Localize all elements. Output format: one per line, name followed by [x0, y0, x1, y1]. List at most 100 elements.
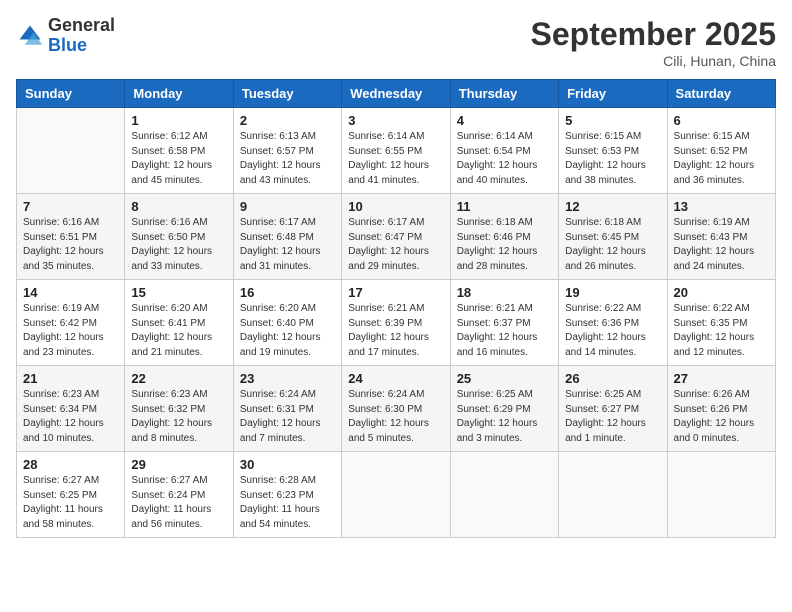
- calendar-cell: 18Sunrise: 6:21 AM Sunset: 6:37 PM Dayli…: [450, 280, 558, 366]
- calendar-cell: 16 Sunrise: 6:20 AM Sunset: 6:40 PM Dayli…: [233, 280, 341, 366]
- day-number: 13: [674, 199, 769, 214]
- calendar-week-row: 28 Sunrise: 6:27 AM Sunset: 6:25 PM Dayli…: [17, 452, 776, 538]
- day-info: Sunrise: 6:24 AM Sunset: 6:30 PM Dayligh…: [348, 388, 443, 446]
- day-info: Sunrise: 6:25 AM Sunset: 6:27 PM Dayligh…: [565, 388, 660, 446]
- day-info: Sunrise: 6:23 AM Sunset: 6:34 PM Dayligh…: [23, 388, 118, 446]
- calendar-cell: 13 Sunrise: 6:19 AM Sunset: 6:43 PM Dayli…: [667, 194, 775, 280]
- calendar-cell: 14 Sunrise: 6:19 AM Sunset: 6:42 PM Dayli…: [17, 280, 125, 366]
- calendar-cell: 29 Sunrise: 6:27 AM Sunset: 6:24 PM Dayli…: [125, 452, 233, 538]
- weekday-header-saturday: Saturday: [667, 80, 775, 108]
- day-info: Sunrise: 6:19 AM Sunset: 6:42 PM Dayligh…: [23, 302, 118, 360]
- weekday-header-thursday: Thursday: [450, 80, 558, 108]
- calendar-cell: 27 Sunrise: 6:26 AM Sunset: 6:26 PM Dayli…: [667, 366, 775, 452]
- calendar-table: SundayMondayTuesdayWednesdayThursdayFrid…: [16, 79, 776, 538]
- calendar-cell: 9Sunrise: 6:17 AM Sunset: 6:48 PM Daylig…: [233, 194, 341, 280]
- calendar-cell: 12Sunrise: 6:18 AM Sunset: 6:45 PM Dayli…: [559, 194, 667, 280]
- day-number: 28: [23, 457, 118, 472]
- day-info: Sunrise: 6:14 AM Sunset: 6:54 PM Dayligh…: [457, 130, 552, 188]
- page-header: General Blue September 2025 Cili, Hunan,…: [16, 16, 776, 69]
- day-number: 5: [565, 113, 660, 128]
- day-info: Sunrise: 6:28 AM Sunset: 6:23 PM Dayligh…: [240, 474, 335, 532]
- calendar-cell: 28 Sunrise: 6:27 AM Sunset: 6:25 PM Dayli…: [17, 452, 125, 538]
- calendar-cell: 10Sunrise: 6:17 AM Sunset: 6:47 PM Dayli…: [342, 194, 450, 280]
- calendar-cell: 7 Sunrise: 6:16 AM Sunset: 6:51 PM Daylig…: [17, 194, 125, 280]
- calendar-cell: 22 Sunrise: 6:23 AM Sunset: 6:32 PM Dayli…: [125, 366, 233, 452]
- day-number: 15: [131, 285, 226, 300]
- day-info: Sunrise: 6:18 AM Sunset: 6:46 PM Dayligh…: [457, 216, 552, 274]
- calendar-cell: 23Sunrise: 6:24 AM Sunset: 6:31 PM Dayli…: [233, 366, 341, 452]
- calendar-cell: 8 Sunrise: 6:16 AM Sunset: 6:50 PM Daylig…: [125, 194, 233, 280]
- day-number: 25: [457, 371, 552, 386]
- calendar-cell: 1Sunrise: 6:12 AM Sunset: 6:58 PM Daylig…: [125, 108, 233, 194]
- calendar-week-row: 21 Sunrise: 6:23 AM Sunset: 6:34 PM Dayli…: [17, 366, 776, 452]
- day-info: Sunrise: 6:13 AM Sunset: 6:57 PM Dayligh…: [240, 130, 335, 188]
- location-text: Cili, Hunan, China: [531, 53, 776, 69]
- calendar-cell: 19 Sunrise: 6:22 AM Sunset: 6:36 PM Dayli…: [559, 280, 667, 366]
- day-info: Sunrise: 6:24 AM Sunset: 6:31 PM Dayligh…: [240, 388, 335, 446]
- day-info: Sunrise: 6:27 AM Sunset: 6:24 PM Dayligh…: [131, 474, 226, 532]
- day-info: Sunrise: 6:22 AM Sunset: 6:36 PM Dayligh…: [565, 302, 660, 360]
- calendar-cell: 5 Sunrise: 6:15 AM Sunset: 6:53 PM Daylig…: [559, 108, 667, 194]
- calendar-cell: 26 Sunrise: 6:25 AM Sunset: 6:27 PM Dayli…: [559, 366, 667, 452]
- day-info: Sunrise: 6:16 AM Sunset: 6:51 PM Dayligh…: [23, 216, 118, 274]
- day-number: 21: [23, 371, 118, 386]
- day-info: Sunrise: 6:20 AM Sunset: 6:41 PM Dayligh…: [131, 302, 226, 360]
- day-info: Sunrise: 6:17 AM Sunset: 6:47 PM Dayligh…: [348, 216, 443, 274]
- day-number: 4: [457, 113, 552, 128]
- calendar-cell: [17, 108, 125, 194]
- day-number: 16: [240, 285, 335, 300]
- calendar-week-row: 7 Sunrise: 6:16 AM Sunset: 6:51 PM Daylig…: [17, 194, 776, 280]
- day-info: Sunrise: 6:26 AM Sunset: 6:26 PM Dayligh…: [674, 388, 769, 446]
- day-info: Sunrise: 6:27 AM Sunset: 6:25 PM Dayligh…: [23, 474, 118, 532]
- calendar-cell: 30Sunrise: 6:28 AM Sunset: 6:23 PM Dayli…: [233, 452, 341, 538]
- day-number: 14: [23, 285, 118, 300]
- weekday-header-sunday: Sunday: [17, 80, 125, 108]
- day-number: 1: [131, 113, 226, 128]
- day-number: 26: [565, 371, 660, 386]
- logo-blue-text: Blue: [48, 35, 87, 55]
- calendar-cell: 3 Sunrise: 6:14 AM Sunset: 6:55 PM Daylig…: [342, 108, 450, 194]
- day-number: 9: [240, 199, 335, 214]
- day-number: 2: [240, 113, 335, 128]
- day-number: 18: [457, 285, 552, 300]
- day-number: 22: [131, 371, 226, 386]
- title-block: September 2025 Cili, Hunan, China: [531, 16, 776, 69]
- day-number: 19: [565, 285, 660, 300]
- calendar-cell: 17 Sunrise: 6:21 AM Sunset: 6:39 PM Dayli…: [342, 280, 450, 366]
- day-number: 7: [23, 199, 118, 214]
- day-number: 11: [457, 199, 552, 214]
- weekday-header-monday: Monday: [125, 80, 233, 108]
- calendar-cell: [559, 452, 667, 538]
- calendar-cell: 21 Sunrise: 6:23 AM Sunset: 6:34 PM Dayli…: [17, 366, 125, 452]
- logo: General Blue: [16, 16, 115, 56]
- day-number: 17: [348, 285, 443, 300]
- day-number: 8: [131, 199, 226, 214]
- day-number: 6: [674, 113, 769, 128]
- calendar-cell: [450, 452, 558, 538]
- day-number: 29: [131, 457, 226, 472]
- calendar-cell: [342, 452, 450, 538]
- weekday-header-wednesday: Wednesday: [342, 80, 450, 108]
- day-info: Sunrise: 6:14 AM Sunset: 6:55 PM Dayligh…: [348, 130, 443, 188]
- month-title: September 2025: [531, 16, 776, 53]
- calendar-cell: 20 Sunrise: 6:22 AM Sunset: 6:35 PM Dayli…: [667, 280, 775, 366]
- logo-icon: [16, 22, 44, 50]
- day-number: 12: [565, 199, 660, 214]
- day-info: Sunrise: 6:22 AM Sunset: 6:35 PM Dayligh…: [674, 302, 769, 360]
- day-number: 3: [348, 113, 443, 128]
- day-info: Sunrise: 6:25 AM Sunset: 6:29 PM Dayligh…: [457, 388, 552, 446]
- calendar-cell: 15 Sunrise: 6:20 AM Sunset: 6:41 PM Dayli…: [125, 280, 233, 366]
- day-info: Sunrise: 6:23 AM Sunset: 6:32 PM Dayligh…: [131, 388, 226, 446]
- calendar-cell: 6 Sunrise: 6:15 AM Sunset: 6:52 PM Daylig…: [667, 108, 775, 194]
- calendar-cell: 11 Sunrise: 6:18 AM Sunset: 6:46 PM Dayli…: [450, 194, 558, 280]
- day-info: Sunrise: 6:16 AM Sunset: 6:50 PM Dayligh…: [131, 216, 226, 274]
- day-number: 27: [674, 371, 769, 386]
- day-info: Sunrise: 6:15 AM Sunset: 6:52 PM Dayligh…: [674, 130, 769, 188]
- calendar-cell: 4 Sunrise: 6:14 AM Sunset: 6:54 PM Daylig…: [450, 108, 558, 194]
- day-info: Sunrise: 6:15 AM Sunset: 6:53 PM Dayligh…: [565, 130, 660, 188]
- day-info: Sunrise: 6:19 AM Sunset: 6:43 PM Dayligh…: [674, 216, 769, 274]
- day-info: Sunrise: 6:21 AM Sunset: 6:39 PM Dayligh…: [348, 302, 443, 360]
- weekday-header-tuesday: Tuesday: [233, 80, 341, 108]
- day-info: Sunrise: 6:20 AM Sunset: 6:40 PM Dayligh…: [240, 302, 335, 360]
- day-number: 20: [674, 285, 769, 300]
